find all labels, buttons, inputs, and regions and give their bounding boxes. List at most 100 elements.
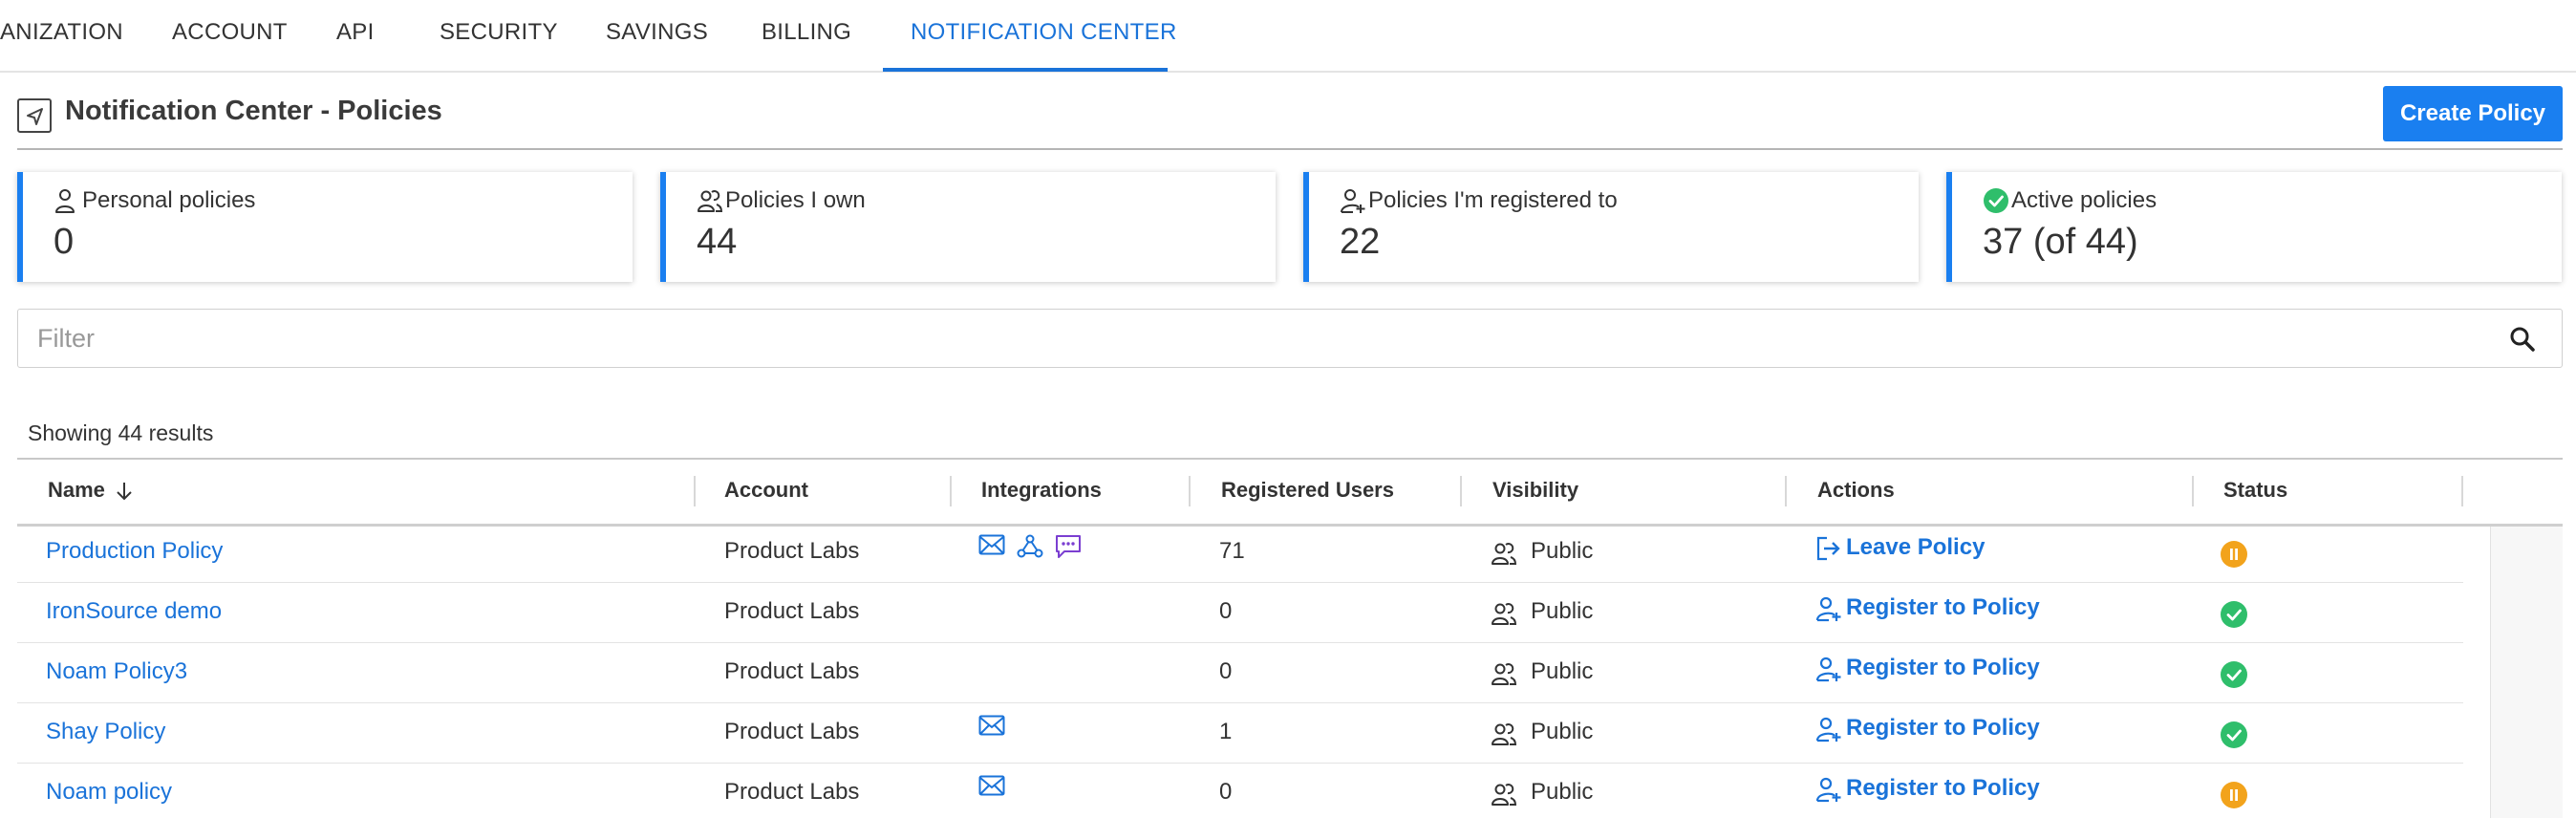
card-label: Active policies (2011, 187, 2157, 213)
back-button[interactable] (17, 98, 52, 133)
policy-name-link[interactable]: Noam policy (46, 779, 172, 806)
integrations-cell (978, 715, 1005, 736)
registered-users-cell: 0 (1219, 658, 1233, 684)
card-label: Policies I'm registered to (1368, 187, 1618, 213)
visibility-cell: Public (1531, 719, 1594, 744)
card-value: 22 (1340, 222, 1381, 262)
status-active-icon (2221, 661, 2247, 688)
top-nav: ANIZATION ACCOUNT API SECURITY SAVINGS B… (0, 0, 2576, 73)
email-icon[interactable] (978, 715, 1005, 736)
policy-name-link[interactable]: Noam Policy3 (46, 658, 187, 685)
column-separator[interactable] (1460, 476, 1462, 506)
table-scrollbar[interactable] (2490, 527, 2563, 818)
column-header-account[interactable]: Account (724, 478, 808, 503)
column-separator[interactable] (694, 476, 696, 506)
card-value: 0 (54, 222, 75, 262)
column-separator[interactable] (2192, 476, 2194, 506)
integrations-cell (978, 534, 1082, 559)
visibility-cell: Public (1531, 598, 1594, 624)
card-label: Personal policies (82, 187, 256, 213)
user-icon (54, 187, 76, 214)
user-plus-icon (1815, 595, 1842, 622)
column-header-integrations[interactable]: Integrations (981, 478, 1102, 503)
column-separator[interactable] (2461, 476, 2463, 506)
action-label: Register to Policy (1846, 715, 2040, 741)
card-value: 37 (of 44) (1983, 222, 2138, 262)
column-header-registered-users[interactable]: Registered Users (1221, 478, 1394, 503)
table-row: Production Policy Product Labs 71 Public… (17, 523, 2463, 583)
card-personal-policies: Personal policies 0 (17, 172, 633, 282)
card-policies-registered: Policies I'm registered to 22 (1303, 172, 1919, 282)
back-arrow-icon (27, 108, 43, 125)
users-icon (1491, 660, 1517, 687)
user-plus-icon (1340, 187, 1366, 214)
policy-name-link[interactable]: Shay Policy (46, 719, 165, 745)
users-icon (1491, 540, 1517, 567)
active-tab-indicator (883, 68, 1168, 72)
users-icon (697, 187, 723, 214)
tab-savings[interactable]: SAVINGS (606, 0, 708, 73)
column-header-status[interactable]: Status (2223, 478, 2287, 503)
arrow-down-icon (115, 481, 134, 502)
tab-notification-center[interactable]: NOTIFICATION CENTER (911, 0, 1177, 73)
visibility-cell: Public (1531, 779, 1594, 805)
table-row: Shay Policy Product Labs 1 Public Regist… (17, 703, 2463, 764)
policy-name-link[interactable]: IronSource demo (46, 598, 222, 625)
users-icon (1491, 721, 1517, 747)
account-cell: Product Labs (724, 598, 860, 624)
chat-icon[interactable] (1055, 534, 1082, 559)
column-header-visibility[interactable]: Visibility (1492, 478, 1578, 503)
action-label: Register to Policy (1846, 655, 2040, 680)
account-cell: Product Labs (724, 658, 860, 684)
account-cell: Product Labs (724, 779, 860, 805)
email-icon[interactable] (978, 775, 1005, 796)
page-title: Notification Center - Policies (65, 96, 442, 126)
tab-organization[interactable]: ANIZATION (0, 0, 123, 73)
card-active-policies: Active policies 37 (of 44) (1946, 172, 2562, 282)
leave-icon (1815, 535, 1842, 562)
visibility-cell: Public (1531, 658, 1594, 684)
create-policy-button[interactable]: Create Policy (2383, 86, 2563, 141)
action-label: Register to Policy (1846, 775, 2040, 801)
registered-users-cell: 0 (1219, 779, 1233, 805)
filter-input[interactable] (18, 310, 2502, 367)
check-circle-icon (1983, 187, 2009, 214)
table-row: Noam policy Product Labs 0 Public Regist… (17, 764, 2463, 818)
user-plus-icon (1815, 776, 1842, 803)
status-paused-icon (2221, 782, 2247, 808)
search-icon[interactable] (2508, 325, 2537, 354)
status-paused-icon (2221, 541, 2247, 568)
policy-name-link[interactable]: Production Policy (46, 538, 223, 565)
column-separator[interactable] (1189, 476, 1191, 506)
users-icon (1491, 781, 1517, 807)
account-cell: Product Labs (724, 719, 860, 744)
tab-api[interactable]: API (336, 0, 375, 73)
table-row: Noam Policy3 Product Labs 0 Public Regis… (17, 643, 2463, 703)
user-plus-icon (1815, 656, 1842, 682)
registered-users-cell: 1 (1219, 719, 1233, 744)
column-separator[interactable] (950, 476, 952, 506)
card-policies-i-own: Policies I own 44 (660, 172, 1276, 282)
card-label: Policies I own (725, 187, 866, 213)
user-plus-icon (1815, 716, 1842, 743)
status-active-icon (2221, 721, 2247, 748)
tab-security[interactable]: SECURITY (440, 0, 558, 73)
visibility-cell: Public (1531, 538, 1594, 564)
column-separator[interactable] (1785, 476, 1787, 506)
integrations-cell (978, 775, 1005, 796)
card-value: 44 (697, 222, 738, 262)
tab-billing[interactable]: BILLING (762, 0, 851, 73)
table-row: IronSource demo Product Labs 0 Public Re… (17, 583, 2463, 643)
column-header-label: Name (48, 478, 105, 502)
action-label: Leave Policy (1846, 534, 1986, 560)
registered-users-cell: 71 (1219, 538, 1245, 564)
results-count: Showing 44 results (28, 420, 214, 445)
header-divider (17, 148, 2563, 150)
column-header-name[interactable]: Name (48, 478, 134, 503)
column-header-actions[interactable]: Actions (1817, 478, 1895, 503)
webhook-icon[interactable] (1017, 534, 1043, 559)
tab-account[interactable]: ACCOUNT (172, 0, 288, 73)
page-header: Notification Center - Policies Create Po… (0, 73, 2576, 151)
email-icon[interactable] (978, 534, 1005, 559)
filter-bar (17, 309, 2563, 368)
